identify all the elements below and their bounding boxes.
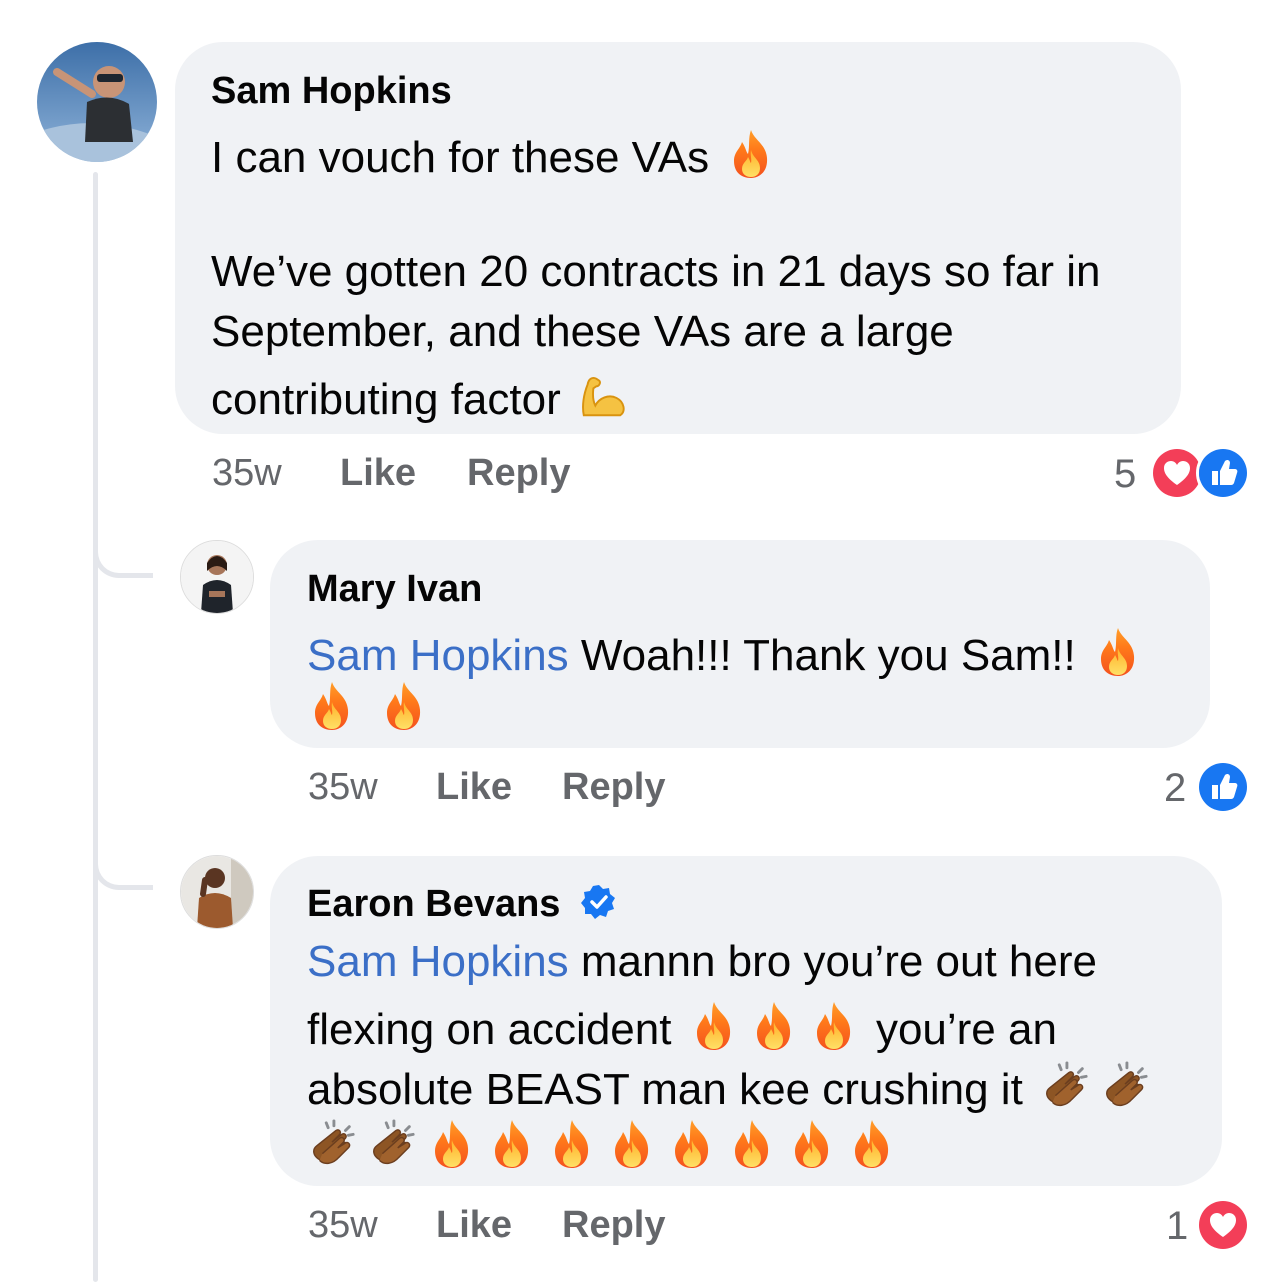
comment-text: contributing factor	[211, 370, 633, 422]
comment-time[interactable]: 35w	[308, 768, 378, 806]
like-reaction-icon[interactable]	[1196, 446, 1250, 500]
reaction-count[interactable]: 5	[1114, 454, 1136, 494]
mention-link[interactable]: Sam Hopkins	[307, 631, 569, 680]
comment-text: absolute BEAST man kee crushing it	[307, 1060, 1155, 1112]
comment-line: contributing factor	[211, 375, 561, 424]
like-button[interactable]: Like	[340, 454, 416, 492]
fire-emoji-icon	[847, 1118, 897, 1170]
fire-emoji-icon	[749, 1000, 799, 1052]
thread-connector	[93, 850, 153, 890]
thread-line	[93, 172, 98, 1282]
emoji-row	[307, 680, 434, 732]
comment-line: We’ve gotten 20 contracts in 21 days so …	[211, 247, 1101, 296]
comment-author[interactable]: Mary Ivan	[307, 570, 482, 608]
comment-line: you’re an	[875, 1005, 1057, 1054]
comment-line: flexing on accident	[307, 1005, 672, 1054]
comment-bubble: Sam Hopkins I can vouch for these VAs We…	[175, 42, 1181, 434]
comment-line: Woah!!! Thank you Sam!!	[568, 631, 1076, 680]
fire-emoji-icon	[727, 1118, 777, 1170]
fire-emoji-icon	[689, 1000, 739, 1052]
comment-text: Sam Hopkins Woah!!! Thank you Sam!!	[307, 626, 1148, 678]
like-button[interactable]: Like	[436, 768, 512, 806]
fire-emoji-icon	[547, 1118, 597, 1170]
clapping-hands-emoji-icon	[307, 1118, 357, 1170]
fire-emoji-icon	[809, 1000, 859, 1052]
comment-author[interactable]: Sam Hopkins	[211, 72, 452, 110]
love-reaction-icon[interactable]	[1196, 1198, 1250, 1252]
comment-text: flexing on accident you’re an	[307, 1000, 1057, 1052]
comment-time[interactable]: 35w	[212, 454, 282, 492]
like-button[interactable]: Like	[436, 1206, 512, 1244]
flexed-biceps-emoji-icon	[578, 370, 628, 422]
clapping-hands-emoji-icon	[367, 1118, 417, 1170]
comment-bubble: Mary Ivan Sam Hopkins Woah!!! Thank you …	[270, 540, 1210, 748]
reply-button[interactable]: Reply	[562, 768, 665, 806]
clapping-hands-emoji-icon	[1100, 1060, 1150, 1112]
comment-author-row: Earon Bevans	[307, 884, 617, 923]
reaction-count[interactable]: 2	[1164, 768, 1186, 808]
mention-link[interactable]: Sam Hopkins	[307, 937, 569, 986]
like-reaction-icon[interactable]	[1196, 760, 1250, 814]
avatar[interactable]	[180, 855, 254, 929]
comment-time[interactable]: 35w	[308, 1206, 378, 1244]
fire-emoji-icon	[607, 1118, 657, 1170]
comment-line: September, and these VAs are a large	[211, 307, 954, 356]
fire-emoji-icon	[379, 680, 429, 732]
emoji-row	[307, 1118, 902, 1170]
comment-line: mannn bro you’re out here	[568, 937, 1097, 986]
comment-author[interactable]: Earon Bevans	[307, 883, 560, 925]
comment-line: I can vouch for these VAs	[211, 133, 710, 182]
fire-emoji-icon	[667, 1118, 717, 1170]
clapping-hands-emoji-icon	[1040, 1060, 1090, 1112]
fire-emoji-icon	[487, 1118, 537, 1170]
reply-button[interactable]: Reply	[562, 1206, 665, 1244]
comment-text: Sam Hopkins mannn bro you’re out here	[307, 940, 1097, 984]
fire-emoji-icon	[726, 128, 776, 180]
fire-emoji-icon	[787, 1118, 837, 1170]
thread-connector	[93, 538, 153, 578]
comment-line: absolute BEAST man kee crushing it	[307, 1065, 1023, 1114]
fire-emoji-icon	[427, 1118, 477, 1170]
fire-emoji-icon	[1093, 626, 1143, 678]
avatar[interactable]	[37, 42, 157, 162]
reaction-count[interactable]: 1	[1166, 1206, 1188, 1246]
avatar[interactable]	[180, 540, 254, 614]
comment-bubble: Earon Bevans Sam Hopkins mannn bro you’r…	[270, 856, 1222, 1186]
comment-text: I can vouch for these VAs	[211, 128, 781, 180]
verified-badge-icon	[581, 884, 617, 920]
fire-emoji-icon	[307, 680, 357, 732]
reply-button[interactable]: Reply	[467, 454, 570, 492]
